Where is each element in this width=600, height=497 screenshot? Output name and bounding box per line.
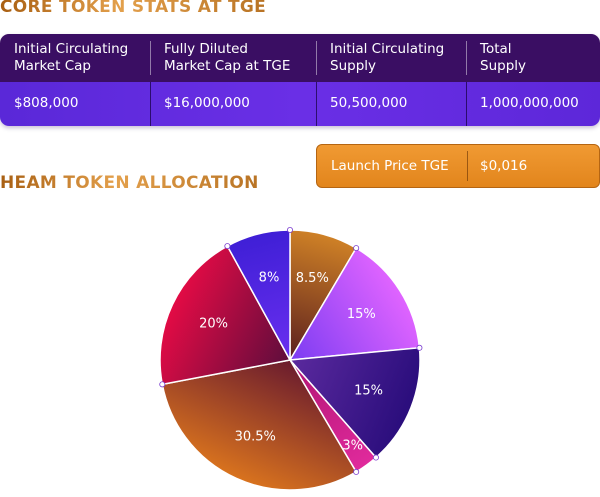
- launch-price-value: $0,016: [467, 145, 527, 187]
- header-line: Initial Circulating: [330, 41, 445, 57]
- value-initial-circulating-supply: 50,500,000: [316, 82, 466, 126]
- header-fully-diluted-market-cap: Fully Diluted Market Cap at TGE: [150, 34, 316, 82]
- pie-slice-marker: [224, 243, 231, 250]
- token-allocation-pie-chart: 8.5% 15% 15% 3% 30.5% 20% 8%: [159, 227, 423, 491]
- pie-slice-marker: [353, 245, 360, 252]
- pie-slice-marker: [353, 468, 360, 475]
- launch-price-box: Launch Price TGE $0,016: [316, 144, 600, 188]
- pie-slice-marker: [372, 454, 379, 461]
- launch-price-label: Launch Price TGE: [331, 158, 449, 174]
- header-line: Market Cap at TGE: [164, 58, 291, 74]
- header-line: Total: [480, 41, 512, 57]
- header-line: Initial Circulating: [14, 41, 129, 57]
- pie-slice-label: 20%: [199, 317, 228, 332]
- pie-slice-label: 3%: [342, 439, 363, 454]
- pie-slice-label: 8%: [259, 271, 280, 286]
- pie-slice-label: 15%: [354, 384, 383, 399]
- value-total-supply: 1,000,000,000: [466, 82, 600, 126]
- token-allocation-title: HEAM TOKEN ALLOCATION: [0, 173, 259, 193]
- pie-slice-label: 8.5%: [296, 271, 329, 286]
- header-line: Fully Diluted: [164, 41, 248, 57]
- header-initial-circulating-market-cap: Initial Circulating Market Cap: [0, 34, 150, 82]
- header-line: Supply: [480, 58, 527, 74]
- stats-header-row: Initial Circulating Market Cap Fully Dil…: [0, 34, 600, 82]
- header-line: Market Cap: [14, 58, 91, 74]
- stats-value-row: $808,000 $16,000,000 50,500,000 1,000,00…: [0, 82, 600, 126]
- pie-slice-marker: [159, 381, 166, 388]
- value-fully-diluted-market-cap: $16,000,000: [150, 82, 316, 126]
- pie-slice-marker: [286, 227, 293, 233]
- pie-slice-marker: [416, 344, 423, 351]
- core-token-stats-table: Initial Circulating Market Cap Fully Dil…: [0, 34, 600, 126]
- header-line: Supply: [330, 58, 377, 74]
- pie-slice-label: 30.5%: [235, 430, 276, 445]
- pie-slice-label: 15%: [347, 307, 376, 322]
- header-total-supply: Total Supply: [466, 34, 600, 82]
- value-initial-circulating-market-cap: $808,000: [14, 95, 79, 111]
- core-token-stats-title: CORE TOKEN STATS AT TGE: [0, 0, 266, 17]
- header-initial-circulating-supply: Initial Circulating Supply: [316, 34, 466, 82]
